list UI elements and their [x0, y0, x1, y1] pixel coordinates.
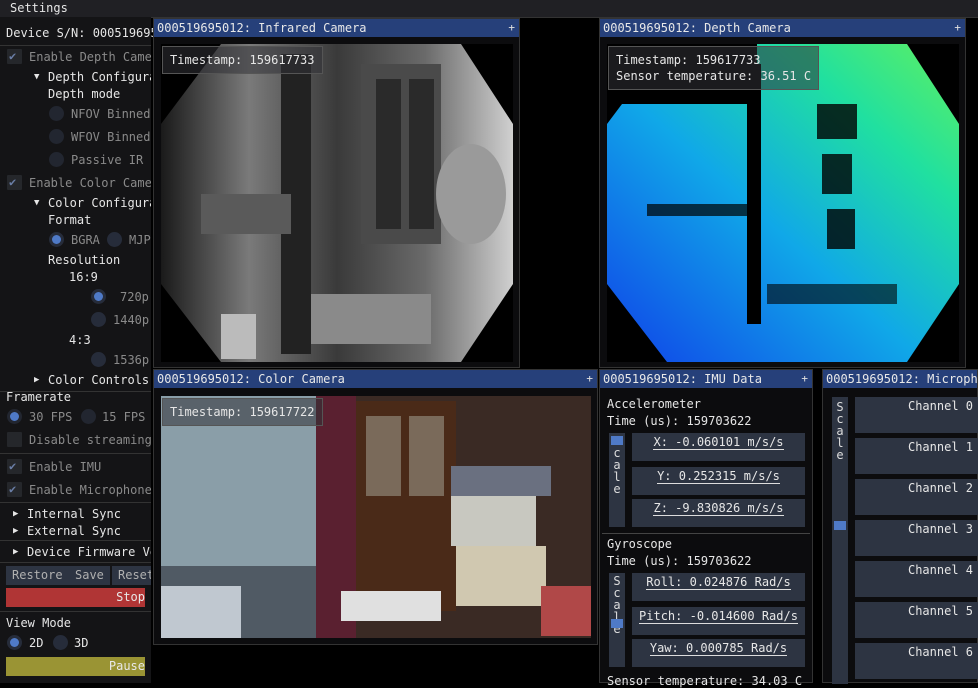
slider-thumb[interactable] — [834, 521, 846, 530]
imu-title-bar[interactable]: 000519695012: IMU Data + — [600, 370, 812, 388]
checkmark-icon — [7, 47, 22, 66]
color-timestamp: Timestamp: 159617722 — [162, 398, 323, 426]
channel-1-meter: Channel 1 — [855, 438, 978, 474]
channel-4-meter: Channel 4 — [855, 561, 978, 597]
resolution-1440p[interactable]: 1440p — [0, 310, 151, 330]
depth-mode-wfov-binned[interactable]: WFOV Binned — [0, 127, 151, 147]
depth-sensor-temperature: Sensor temperature: 36.51 C — [616, 69, 812, 83]
color-title-bar[interactable]: 000519695012: Color Camera + — [154, 370, 597, 388]
checkmark-icon — [7, 173, 22, 192]
checkmark-icon — [7, 457, 22, 476]
depth-mode-passive-ir[interactable]: Passive IR — [0, 150, 151, 170]
color-camera-window: 000519695012: Color Camera + Timestamp: … — [153, 369, 598, 645]
radio-icon — [91, 312, 106, 327]
color-window-title: 000519695012: Color Camera — [157, 372, 345, 386]
accelerometer-label: Accelerometer — [607, 397, 701, 411]
resolution-1536p[interactable]: 1536p — [0, 350, 151, 370]
view-mode-label: View Mode — [6, 616, 72, 630]
radio-selected-icon[interactable] — [49, 232, 64, 247]
radio-icon — [91, 352, 106, 367]
depth-mode-nfov-binned[interactable]: NFOV Binned — [0, 104, 151, 124]
reset-button[interactable]: Reset — [112, 566, 151, 585]
radio-selected-icon[interactable] — [7, 409, 22, 424]
infrared-title-bar[interactable]: 000519695012: Infrared Camera + — [154, 19, 519, 37]
plus-icon[interactable]: + — [508, 19, 515, 37]
disable-streaming-led-checkbox[interactable]: Disable streaming LED — [0, 430, 151, 450]
infrared-window-title: 000519695012: Infrared Camera — [157, 21, 367, 35]
accelerometer-scale-slider[interactable]: Scale — [609, 433, 625, 527]
radio-icon — [49, 129, 64, 144]
microphone-window: 000519695012: Microphone Scale Channel 0… — [822, 369, 978, 684]
plus-icon[interactable]: + — [801, 370, 808, 388]
triangle-right-icon: ▶ — [13, 547, 19, 557]
pause-button[interactable]: Pause — [6, 657, 145, 676]
imu-sensor-temperature: Sensor temperature: 34.03 C — [607, 674, 803, 688]
restore-button[interactable]: Restore — [6, 566, 69, 585]
accelerometer-y-value: Y: 0.252315 m/s/s — [632, 467, 805, 495]
depth-window-title: 000519695012: Depth Camera — [603, 21, 791, 35]
microphone-window-title: 000519695012: Microphone — [826, 372, 977, 386]
channel-0-meter: Channel 0 — [855, 397, 978, 433]
gyroscope-label: Gyroscope — [607, 537, 673, 551]
microphone-title-bar[interactable]: 000519695012: Microphone — [823, 370, 977, 388]
gyroscope-time: Time (us): 159703622 — [607, 554, 752, 568]
enable-color-checkbox[interactable]: Enable Color Camera — [0, 173, 151, 193]
depth-camera-window: 000519695012: Depth Camera + Timestamp: … — [599, 18, 966, 368]
imu-data-window: 000519695012: IMU Data + Accelerometer T… — [599, 369, 813, 688]
enable-microphone-checkbox[interactable]: Enable Microphone — [0, 480, 151, 500]
device-serial-label: Device S/N: 000519695012 — [6, 26, 157, 40]
gyroscope-scale-slider[interactable]: Scale — [609, 573, 625, 667]
resolution-720p[interactable]: 720p — [0, 287, 151, 307]
microphone-scale-slider[interactable]: Scale — [832, 397, 848, 684]
channel-5-meter: Channel 5 — [855, 602, 978, 638]
format-radio-group: BGRA MJPG — [0, 230, 151, 250]
radio-icon[interactable] — [81, 409, 96, 424]
enable-imu-checkbox[interactable]: Enable IMU — [0, 457, 151, 477]
depth-info-overlay: Timestamp: 159617733 Sensor temperature:… — [608, 46, 820, 90]
radio-selected-icon — [91, 289, 106, 304]
infrared-camera-window: 000519695012: Infrared Camera + Timestam… — [153, 18, 520, 368]
external-sync-node[interactable]: ▶ External Sync — [0, 521, 151, 541]
radio-icon — [49, 152, 64, 167]
plus-icon[interactable]: + — [954, 19, 961, 37]
framerate-label: Framerate — [6, 390, 72, 404]
menu-bar: Settings — [0, 0, 978, 18]
accelerometer-z-value: Z: -9.830826 m/s/s — [632, 499, 805, 527]
accelerometer-time: Time (us): 159703622 — [607, 414, 752, 428]
radio-icon[interactable] — [107, 232, 122, 247]
radio-selected-icon[interactable] — [7, 635, 22, 650]
device-firmware-node[interactable]: ▶ Device Firmware Version — [0, 542, 151, 562]
enable-depth-checkbox[interactable]: Enable Depth Camera — [0, 47, 151, 67]
checkmark-icon — [7, 480, 22, 499]
framerate-radio-group: 30 FPS 15 FPS — [0, 407, 151, 427]
view-mode-radio-group: 2D 3D — [0, 633, 151, 653]
stop-button[interactable]: Stop — [6, 588, 145, 607]
channel-6-meter: Channel 6 — [855, 643, 978, 679]
checkbox-icon — [7, 432, 22, 447]
settings-panel: Device S/N: 000519695012 Enable Depth Ca… — [0, 17, 157, 683]
depth-title-bar[interactable]: 000519695012: Depth Camera + — [600, 19, 965, 37]
depth-timestamp: Timestamp: 159617733 — [616, 53, 761, 67]
accelerometer-x-value: X: -0.060101 m/s/s — [632, 433, 805, 461]
color-image — [161, 396, 591, 638]
triangle-right-icon: ▶ — [13, 526, 19, 536]
save-button[interactable]: Save — [69, 566, 110, 585]
infrared-timestamp: Timestamp: 159617733 — [162, 46, 323, 74]
gyroscope-roll-value: Roll: 0.024876 Rad/s — [632, 573, 805, 601]
depth-image — [607, 44, 959, 362]
imu-window-title: 000519695012: IMU Data — [603, 372, 762, 386]
radio-icon[interactable] — [53, 635, 68, 650]
channel-3-meter: Channel 3 — [855, 520, 978, 556]
radio-icon — [49, 106, 64, 121]
settings-menu[interactable]: Settings — [10, 1, 68, 15]
plus-icon[interactable]: + — [586, 370, 593, 388]
gyroscope-pitch-value: Pitch: -0.014600 Rad/s — [632, 607, 805, 635]
channel-2-meter: Channel 2 — [855, 479, 978, 515]
slider-thumb[interactable] — [611, 619, 623, 628]
infrared-image — [161, 44, 513, 362]
slider-thumb[interactable] — [611, 436, 623, 445]
gyroscope-yaw-value: Yaw: 0.000785 Rad/s — [632, 639, 805, 667]
